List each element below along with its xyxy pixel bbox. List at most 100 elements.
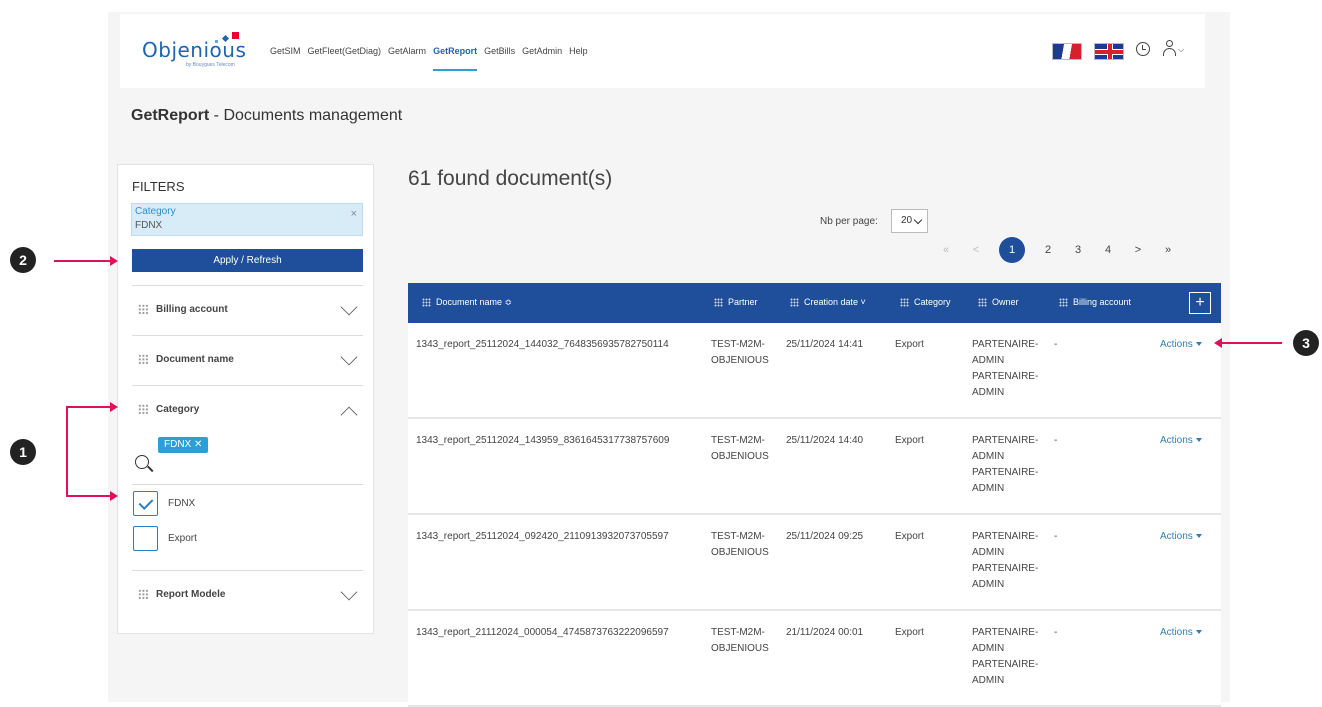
drag-grip-icon[interactable] xyxy=(138,354,149,365)
callout-1-arrow-bottom xyxy=(66,495,112,497)
callout-1-arrow-top xyxy=(66,406,112,408)
cell-owner: PARTENAIRE-ADMIN PARTENAIRE-ADMIN xyxy=(972,339,1039,398)
cell-category: Export xyxy=(895,339,924,350)
caret-down-icon xyxy=(1195,534,1202,539)
filter-section-document-name[interactable]: Document name xyxy=(132,335,363,385)
caret-down-icon xyxy=(1195,342,1202,347)
callout-2-arrow xyxy=(54,260,112,262)
caret-down-icon xyxy=(1195,630,1202,635)
col-creation-date[interactable]: Creation date ˅ xyxy=(790,297,866,307)
logo-text: Objenious xyxy=(142,38,247,62)
page-title: GetReport - Documents management xyxy=(131,107,402,125)
history-clock-icon[interactable] xyxy=(1136,42,1150,56)
page-title-module: GetReport xyxy=(131,107,210,124)
nav-getreport[interactable]: GetReport xyxy=(433,47,478,77)
actions-label: Actions xyxy=(1160,627,1193,638)
cell-billing-account: - xyxy=(1054,531,1058,542)
cell-creation-date: 25/11/2024 14:40 xyxy=(786,435,864,446)
nav-getbills[interactable]: GetBills xyxy=(484,47,515,77)
chevron-down-icon[interactable] xyxy=(340,583,358,601)
nav-help[interactable]: Help xyxy=(569,47,588,77)
table-row: 1343_report_21112024_000054_474587376322… xyxy=(408,611,1221,707)
cell-creation-date: 21/11/2024 00:01 xyxy=(786,627,864,638)
cell-category: Export xyxy=(895,531,924,542)
user-menu-icon[interactable]: ⌵ xyxy=(1163,40,1185,58)
nav-getalarm[interactable]: GetAlarm xyxy=(388,47,426,77)
cell-owner: PARTENAIRE-ADMIN PARTENAIRE-ADMIN xyxy=(972,531,1039,590)
pager-next[interactable]: > xyxy=(1130,237,1146,263)
nav-getfleet[interactable]: GetFleet(GetDiag) xyxy=(308,47,382,77)
cell-billing-account: - xyxy=(1054,627,1058,638)
pager-first[interactable]: « xyxy=(938,237,954,263)
caret-down-icon xyxy=(1195,438,1202,443)
add-column-button[interactable]: + xyxy=(1189,292,1211,314)
filter-section-category[interactable]: Category xyxy=(132,385,363,435)
drag-grip-icon[interactable] xyxy=(138,589,149,600)
filters-title: FILTERS xyxy=(132,179,185,194)
chevron-down-icon[interactable] xyxy=(340,348,358,366)
callout-1-arrowhead-bottom-icon xyxy=(110,491,118,501)
col-owner[interactable]: Owner xyxy=(978,297,1019,307)
actions-dropdown[interactable]: Actions xyxy=(1160,433,1202,449)
callout-3-arrowhead-icon xyxy=(1214,338,1222,348)
filter-section-report-modele[interactable]: Report Modele xyxy=(132,570,363,620)
callout-1: 1 xyxy=(10,439,36,465)
section-label: Document name xyxy=(156,354,234,365)
cell-partner: TEST-M2M-OBJENIOUS xyxy=(711,339,769,366)
active-filter-key: Category xyxy=(135,206,176,217)
nb-per-page-label: Nb per page: xyxy=(820,216,878,227)
pager-prev[interactable]: < xyxy=(968,237,984,263)
active-filter-chip: Category FDNX × xyxy=(131,203,363,236)
callout-1-bracket xyxy=(66,406,68,496)
drag-grip-icon[interactable] xyxy=(138,304,149,315)
checkbox-export[interactable] xyxy=(133,526,158,551)
drag-grip-icon[interactable] xyxy=(138,404,149,415)
cell-billing-account: - xyxy=(1054,339,1058,350)
category-selected-tag[interactable]: FDNX ✕ xyxy=(158,437,209,453)
logo-light-square-icon xyxy=(215,40,218,43)
search-icon[interactable] xyxy=(135,455,154,475)
col-partner[interactable]: Partner xyxy=(714,297,758,307)
nav-getadmin[interactable]: GetAdmin xyxy=(522,47,562,77)
nav-getsim[interactable]: GetSIM xyxy=(270,47,301,77)
pager-page-4[interactable]: 4 xyxy=(1100,237,1116,263)
actions-label: Actions xyxy=(1160,531,1193,542)
cell-document-name[interactable]: 1343_report_25112024_143959_836164531773… xyxy=(416,433,669,449)
chevron-down-icon[interactable] xyxy=(340,298,358,316)
french-flag-icon[interactable] xyxy=(1052,43,1082,60)
cell-partner: TEST-M2M-OBJENIOUS xyxy=(711,531,769,558)
callout-2-arrowhead-icon xyxy=(110,256,118,266)
apply-refresh-button[interactable]: Apply / Refresh xyxy=(132,249,363,272)
pager-page-3[interactable]: 3 xyxy=(1070,237,1086,263)
col-document-name[interactable]: Document name ≎ xyxy=(422,297,512,308)
cell-document-name[interactable]: 1343_report_21112024_000054_474587376322… xyxy=(416,625,669,641)
logo-red-square-icon xyxy=(232,32,239,39)
pager-last[interactable]: » xyxy=(1160,237,1176,263)
callout-1-arrowhead-top-icon xyxy=(110,402,118,412)
chevron-up-icon[interactable] xyxy=(340,406,358,424)
table-row: 1343_report_25112024_092420_211091393207… xyxy=(408,515,1221,611)
actions-dropdown[interactable]: Actions xyxy=(1160,337,1202,353)
checkbox-fdnx[interactable] xyxy=(133,491,158,516)
pager-page-2[interactable]: 2 xyxy=(1040,237,1056,263)
pager-page-1[interactable]: 1 xyxy=(999,237,1025,263)
page-title-suffix: - Documents management xyxy=(209,107,403,124)
section-label: Billing account xyxy=(156,304,228,315)
cell-document-name[interactable]: 1343_report_25112024_144032_764835693578… xyxy=(416,337,669,353)
col-billing-account[interactable]: Billing account xyxy=(1059,297,1131,307)
actions-label: Actions xyxy=(1160,435,1193,446)
nb-per-page-select[interactable]: 20 xyxy=(891,209,928,233)
cell-partner: TEST-M2M-OBJENIOUS xyxy=(711,435,769,462)
uk-flag-icon[interactable] xyxy=(1094,43,1124,60)
checkbox-label-fdnx: FDNX xyxy=(168,498,196,509)
remove-filter-icon[interactable]: × xyxy=(351,208,357,220)
cell-document-name[interactable]: 1343_report_25112024_092420_211091393207… xyxy=(416,529,669,545)
callout-3: 3 xyxy=(1293,330,1319,356)
objenious-logo[interactable]: Objenious by Bouygues Telecom xyxy=(142,32,252,72)
cell-owner: PARTENAIRE-ADMIN PARTENAIRE-ADMIN xyxy=(972,435,1039,494)
actions-dropdown[interactable]: Actions xyxy=(1160,529,1202,545)
filter-section-billing-account[interactable]: Billing account xyxy=(132,285,363,335)
actions-dropdown[interactable]: Actions xyxy=(1160,625,1202,641)
col-category[interactable]: Category xyxy=(900,297,951,307)
filters-panel: FILTERS Category FDNX × Apply / Refresh … xyxy=(117,164,374,634)
